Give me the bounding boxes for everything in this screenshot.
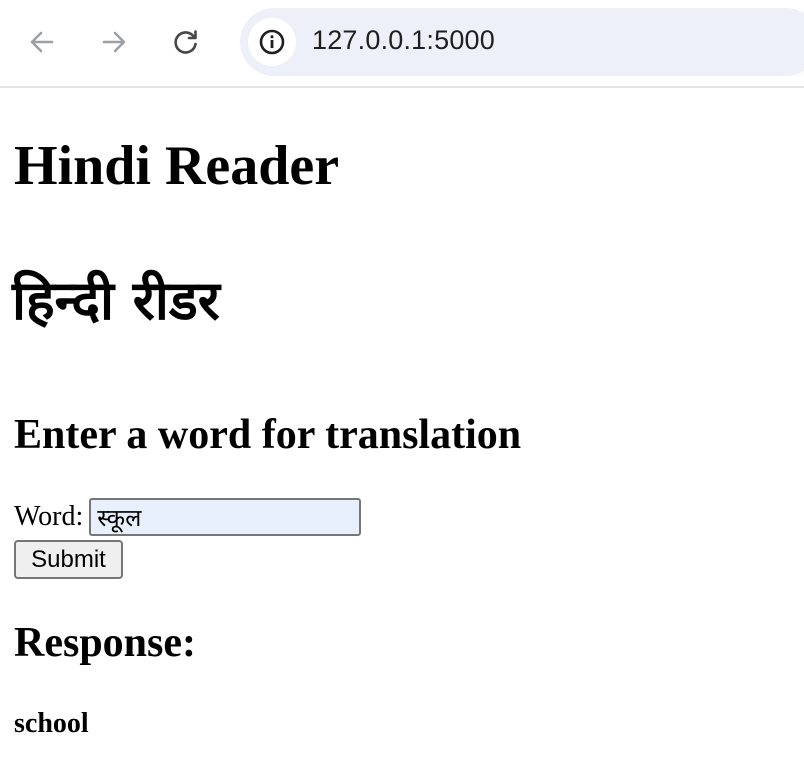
reload-icon: [174, 30, 197, 54]
forward-button[interactable]: [92, 20, 136, 64]
back-button[interactable]: [20, 20, 64, 64]
word-form-row: Word:: [14, 498, 362, 536]
info-icon: [259, 29, 285, 55]
browser-toolbar: 127.0.0.1:5000: [0, 0, 804, 88]
response-heading: Response:: [14, 620, 197, 666]
page-title-hindi: हिन्दी रीडर: [12, 269, 220, 332]
url-text[interactable]: 127.0.0.1:5000: [312, 25, 495, 56]
word-label: Word:: [14, 501, 84, 532]
reload-button[interactable]: [164, 20, 208, 64]
arrow-right-icon: [102, 31, 126, 53]
word-input[interactable]: [89, 498, 362, 536]
address-bar[interactable]: 127.0.0.1:5000: [240, 8, 804, 76]
arrow-left-icon: [30, 31, 54, 53]
page-title: Hindi Reader: [14, 135, 340, 197]
site-info-button[interactable]: [248, 18, 296, 66]
submit-button[interactable]: Submit: [14, 540, 123, 579]
form-heading: Enter a word for translation: [14, 412, 522, 458]
response-value: school: [14, 708, 89, 739]
